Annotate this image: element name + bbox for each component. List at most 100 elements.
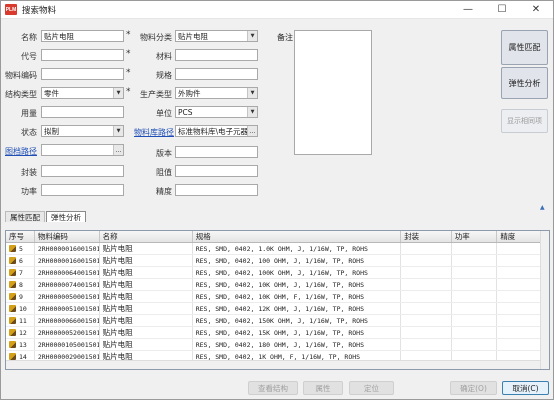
row-code: 2RH0000016001501 xyxy=(34,242,100,255)
table-row[interactable]: 12 2RH0000052001501 贴片电阻 RES, SMD, 0402, 15… xyxy=(6,326,549,339)
required-mark: * xyxy=(126,30,131,40)
row-package xyxy=(400,290,452,303)
elastic-analysis-button[interactable]: 弹性分析 xyxy=(501,67,548,99)
results-grid[interactable]: 序号 物料编码 名称 规格 封装 功率 精度 5 2RH0000016001501… xyxy=(5,230,550,370)
attribute-match-button[interactable]: 属性匹配 xyxy=(501,30,548,65)
minimize-button[interactable]: — xyxy=(451,1,485,19)
package-field[interactable] xyxy=(41,165,124,177)
table-row[interactable]: 9 2RH0000050001501 贴片电阻 RES, SMD, 0402, 10K… xyxy=(6,290,549,303)
drawing-path-link[interactable]: 图档路径 xyxy=(3,146,37,157)
table-row[interactable]: 7 2RH0000064001501 贴片电阻 RES, SMD, 0402, 100… xyxy=(6,266,549,279)
spec-field[interactable] xyxy=(175,68,258,80)
close-button[interactable]: ✕ xyxy=(519,1,553,19)
row-power xyxy=(451,278,498,291)
column-header-spec[interactable]: 规格 xyxy=(192,231,402,243)
table-row[interactable]: 11 2RH0000066001501 贴片电阻 RES, SMD, 0402, 15… xyxy=(6,314,549,327)
table-row[interactable]: 13 2RH0000105001501 贴片电阻 RES, SMD, 0402, 18… xyxy=(6,338,549,351)
status-select[interactable]: 拟制 ▼ xyxy=(41,125,124,137)
category-select[interactable]: 贴片电阻 ▼ xyxy=(175,30,258,42)
power-field[interactable] xyxy=(41,184,124,196)
tab-elastic-analysis[interactable]: 弹性分析 xyxy=(46,211,86,222)
row-code: 2RH0000016001501 xyxy=(34,254,100,267)
row-spec: RES, SMD, 0402, 10K OHM, J, 1/16W, TP, R… xyxy=(192,278,402,291)
table-row[interactable]: 5 2RH0000016001501 贴片电阻 RES, SMD, 0402, 1.0… xyxy=(6,242,549,255)
row-power xyxy=(451,266,498,279)
column-header-package[interactable]: 封装 xyxy=(400,231,452,243)
resistance-field[interactable] xyxy=(175,165,258,177)
chevron-down-icon[interactable]: ▼ xyxy=(113,88,123,98)
row-index: 7 xyxy=(6,266,35,279)
row-code: 2RH0000064001501 xyxy=(34,266,100,279)
browse-button[interactable]: … xyxy=(113,145,123,155)
column-header-power[interactable]: 功率 xyxy=(451,231,498,243)
maximize-button[interactable]: ☐ xyxy=(485,1,519,19)
power-label: 功率 xyxy=(21,187,37,196)
unit-select[interactable]: PCS ▼ xyxy=(175,106,258,118)
vertical-scrollbar[interactable] xyxy=(540,231,549,369)
precision-field[interactable] xyxy=(175,184,258,196)
table-row[interactable]: 8 2RH0000074001501 贴片电阻 RES, SMD, 0402, 10K… xyxy=(6,278,549,291)
locate-button[interactable]: 定位 xyxy=(349,381,394,395)
chevron-down-icon[interactable]: ▼ xyxy=(247,31,257,41)
material-field[interactable] xyxy=(175,49,258,61)
cancel-button[interactable]: 取消(C) xyxy=(502,381,549,395)
table-row[interactable]: 10 2RH0000051001501 贴片电阻 RES, SMD, 0402, 12… xyxy=(6,302,549,315)
library-path-field[interactable]: 标准物料库\电子元器 … xyxy=(175,125,258,137)
window-title: 搜索物料 xyxy=(22,4,57,15)
chevron-down-icon[interactable]: ▼ xyxy=(247,107,257,117)
row-code: 2RH0000066001501 xyxy=(34,314,100,327)
row-code: 2RH0000050001501 xyxy=(34,290,100,303)
row-index: 5 xyxy=(6,242,35,255)
row-index: 9 xyxy=(6,290,35,303)
code-label: 代号 xyxy=(21,52,37,61)
column-header-code[interactable]: 物料编码 xyxy=(34,231,100,243)
remark-textarea[interactable] xyxy=(294,30,372,155)
row-package xyxy=(400,254,452,267)
drawing-path-field[interactable]: … xyxy=(41,144,124,156)
row-power xyxy=(451,326,498,339)
row-spec: RES, SMD, 0402, 1.0K OHM, J, 1/16W, TP, … xyxy=(192,242,402,255)
app-logo-icon: PLM xyxy=(5,4,17,15)
row-spec: RES, SMD, 0402, 180 OHM, J, 1/16W, TP, R… xyxy=(192,338,402,351)
package-label: 封装 xyxy=(21,168,37,177)
ok-button[interactable]: 确定(O) xyxy=(450,381,497,395)
name-label: 名称 xyxy=(21,33,37,42)
search-material-window: PLM 搜索物料 — ☐ ✕ 名称 贴片电阻 * 代号 * 物料编码 * 结构类… xyxy=(0,0,554,400)
chevron-down-icon[interactable]: ▼ xyxy=(113,126,123,136)
code-field[interactable] xyxy=(41,49,124,61)
row-name: 贴片电阻 xyxy=(99,254,193,267)
pencil-icon xyxy=(9,341,16,348)
collapse-icon[interactable]: ▲ xyxy=(540,204,545,211)
chevron-down-icon[interactable]: ▼ xyxy=(247,88,257,98)
library-path-link[interactable]: 物料库路径 xyxy=(130,127,174,138)
production-type-select[interactable]: 外购件 ▼ xyxy=(175,87,258,99)
row-index: 10 xyxy=(6,302,35,315)
resistance-label: 阻值 xyxy=(156,168,172,177)
row-index: 11 xyxy=(6,314,35,327)
unit-value: PCS xyxy=(178,108,193,117)
drawing-no-field[interactable] xyxy=(175,146,258,158)
material-label: 材料 xyxy=(156,52,172,61)
tab-attribute-match[interactable]: 属性匹配 xyxy=(5,211,45,222)
struct-type-select[interactable]: 零件 ▼ xyxy=(41,87,124,99)
column-header-index[interactable]: 序号 xyxy=(6,231,35,243)
properties-button[interactable]: 属性 xyxy=(303,381,343,395)
row-package xyxy=(400,266,452,279)
usage-field[interactable] xyxy=(41,106,124,118)
row-index: 13 xyxy=(6,338,35,351)
show-same-items-button[interactable]: 显示相同项 xyxy=(501,109,548,133)
row-power xyxy=(451,242,498,255)
pencil-icon xyxy=(9,269,16,276)
horizontal-scrollbar[interactable] xyxy=(6,360,540,369)
browse-button[interactable]: … xyxy=(247,126,257,136)
material-code-field[interactable] xyxy=(41,68,124,80)
row-power xyxy=(451,302,498,315)
row-name: 贴片电阻 xyxy=(99,278,193,291)
row-code: 2RH0000052001501 xyxy=(34,326,100,339)
table-row[interactable]: 6 2RH0000016001501 贴片电阻 RES, SMD, 0402, 100… xyxy=(6,254,549,267)
struct-type-label: 结构类型 xyxy=(5,90,37,99)
column-header-name[interactable]: 名称 xyxy=(99,231,193,243)
name-field[interactable]: 贴片电阻 xyxy=(41,30,124,42)
view-structure-button[interactable]: 查看结构 xyxy=(248,381,298,395)
spec-label: 规格 xyxy=(156,71,172,80)
